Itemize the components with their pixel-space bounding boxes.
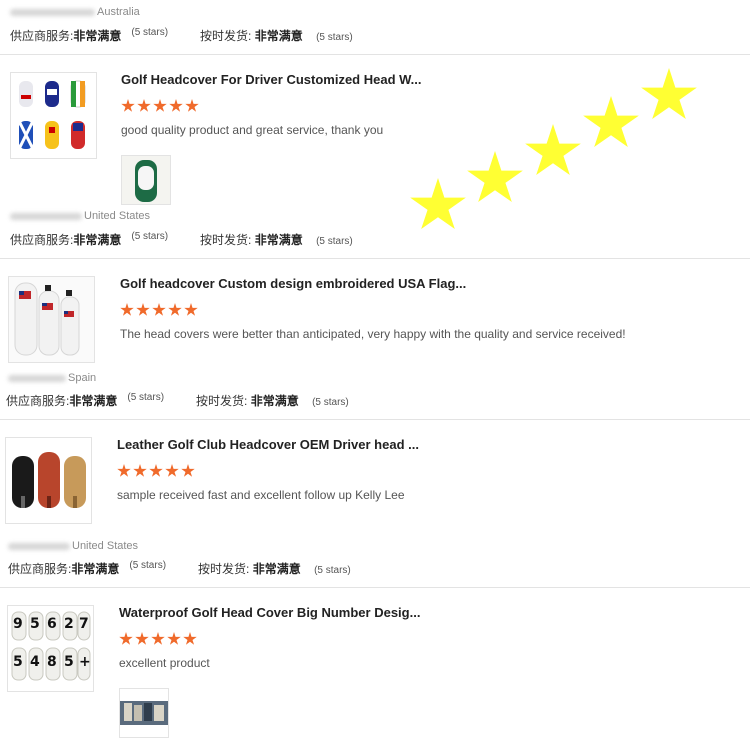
reviewer-name-blurred	[10, 8, 95, 16]
supplier-rating-row: 供应商服务: 非常满意 (5 stars) 按时发货: 非常满意 (5 star…	[8, 560, 351, 577]
delivery-stars: (5 stars)	[316, 236, 353, 247]
star-icon	[149, 464, 163, 477]
review-comment: excellent product	[119, 656, 210, 670]
product-title-link[interactable]: Leather Golf Club Headcover OEM Driver h…	[117, 437, 419, 452]
star-icon	[120, 303, 134, 316]
delivery-label: 按时发货:	[200, 29, 252, 43]
star-icon	[184, 303, 198, 316]
supplier-service-value: 非常满意	[73, 29, 122, 43]
review-comment: good quality product and great service, …	[121, 123, 384, 137]
star-icon	[119, 632, 133, 645]
svg-text:+: +	[79, 654, 91, 670]
star-rating	[120, 303, 198, 317]
star-icon	[168, 303, 182, 316]
supplier-rating-row: 供应商服务: 非常满意 (5 stars) 按时发货: 非常满意 (5 star…	[10, 27, 353, 44]
star-icon	[137, 99, 151, 112]
product-thumbnail[interactable]	[10, 72, 97, 159]
review-item: Golf Headcover For Driver Customized Hea…	[0, 55, 750, 259]
headcover-set-image: 95627 5 4 8 5 +	[8, 606, 93, 691]
product-thumbnail[interactable]	[8, 276, 95, 363]
star-icon	[165, 464, 179, 477]
supplier-service-label: 供应商服务:	[10, 29, 74, 43]
review-comment: sample received fast and excellent follo…	[117, 488, 405, 502]
svg-text:6: 6	[47, 616, 57, 632]
reviewer-name-blurred	[8, 374, 66, 382]
star-icon	[152, 303, 166, 316]
svg-text:5: 5	[30, 616, 40, 632]
star-rating	[119, 632, 197, 646]
star-icon	[183, 632, 197, 645]
star-rating	[117, 464, 195, 478]
star-icon	[153, 99, 167, 112]
headcover-set-image	[17, 80, 86, 150]
star-icon	[117, 464, 131, 477]
review-item: Australia 供应商服务: 非常满意 (5 stars) 按时发货: 非常…	[0, 0, 750, 55]
review-item: 95627 5 4 8 5 + Waterproof Golf Head Cover B…	[0, 588, 750, 750]
svg-text:2: 2	[64, 616, 74, 632]
star-icon	[133, 464, 147, 477]
delivery-value: 非常满意	[250, 394, 299, 408]
review-attachment-image[interactable]	[119, 688, 169, 738]
supplier-service-stars: (5 stars)	[131, 27, 169, 38]
reviewer-meta: Spain	[8, 372, 96, 384]
reviewer-country: United States	[72, 540, 139, 552]
star-icon	[135, 632, 149, 645]
review-item: Golf headcover Custom design embroidered…	[0, 259, 750, 420]
delivery-value: 非常满意	[254, 29, 303, 43]
svg-text:5: 5	[64, 654, 74, 670]
delivery-label: 按时发货:	[198, 562, 250, 576]
supplier-service-stars: (5 stars)	[127, 392, 165, 403]
headcover-set-image	[9, 277, 94, 362]
headcover-set-image	[6, 438, 91, 523]
star-icon	[136, 303, 150, 316]
reviewer-meta: United States	[8, 540, 138, 552]
product-thumbnail[interactable]: 95627 5 4 8 5 +	[7, 605, 94, 692]
supplier-rating-row: 供应商服务: 非常满意 (5 stars) 按时发货: 非常满意 (5 star…	[6, 392, 349, 409]
supplier-service-stars: (5 stars)	[131, 231, 169, 242]
review-attachment-image[interactable]	[121, 155, 171, 205]
reviewer-name-blurred	[8, 542, 70, 550]
star-icon	[167, 632, 181, 645]
reviewer-meta: Australia	[10, 6, 140, 18]
reviewer-country: United States	[84, 210, 151, 222]
reviewer-meta: United States	[10, 210, 150, 222]
star-icon	[169, 99, 183, 112]
star-icon	[121, 99, 135, 112]
delivery-stars: (5 stars)	[316, 32, 353, 43]
svg-text:5: 5	[13, 654, 23, 670]
star-icon	[185, 99, 199, 112]
delivery-stars: (5 stars)	[312, 397, 349, 408]
product-title-link[interactable]: Golf headcover Custom design embroidered…	[120, 276, 466, 291]
review-comment: The head covers were better than anticip…	[120, 327, 626, 341]
star-rating	[121, 99, 199, 113]
product-title-link[interactable]: Golf Headcover For Driver Customized Hea…	[121, 72, 422, 87]
supplier-service-value: 非常满意	[73, 233, 122, 247]
product-thumbnail[interactable]	[5, 437, 92, 524]
delivery-value: 非常满意	[254, 233, 303, 247]
supplier-service-label: 供应商服务:	[8, 562, 72, 576]
delivery-label: 按时发货:	[200, 233, 252, 247]
star-icon	[151, 632, 165, 645]
product-title-link[interactable]: Waterproof Golf Head Cover Big Number De…	[119, 605, 420, 620]
star-icon	[181, 464, 195, 477]
supplier-rating-row: 供应商服务: 非常满意 (5 stars) 按时发货: 非常满意 (5 star…	[10, 231, 353, 248]
svg-text:7: 7	[79, 616, 89, 632]
svg-text:9: 9	[13, 616, 23, 632]
svg-text:8: 8	[47, 654, 57, 670]
supplier-service-label: 供应商服务:	[10, 233, 74, 247]
reviewer-country: Australia	[97, 6, 140, 18]
review-item: Leather Golf Club Headcover OEM Driver h…	[0, 420, 750, 588]
supplier-service-value: 非常满意	[69, 394, 118, 408]
attachment-photo	[120, 689, 168, 737]
reviewer-country: Spain	[68, 372, 97, 384]
attachment-photo	[122, 156, 170, 204]
delivery-stars: (5 stars)	[314, 565, 351, 576]
delivery-value: 非常满意	[252, 562, 301, 576]
supplier-service-label: 供应商服务:	[6, 394, 70, 408]
supplier-service-value: 非常满意	[71, 562, 120, 576]
delivery-label: 按时发货:	[196, 394, 248, 408]
supplier-service-stars: (5 stars)	[129, 560, 167, 571]
svg-text:4: 4	[30, 654, 40, 670]
reviewer-name-blurred	[10, 212, 82, 220]
